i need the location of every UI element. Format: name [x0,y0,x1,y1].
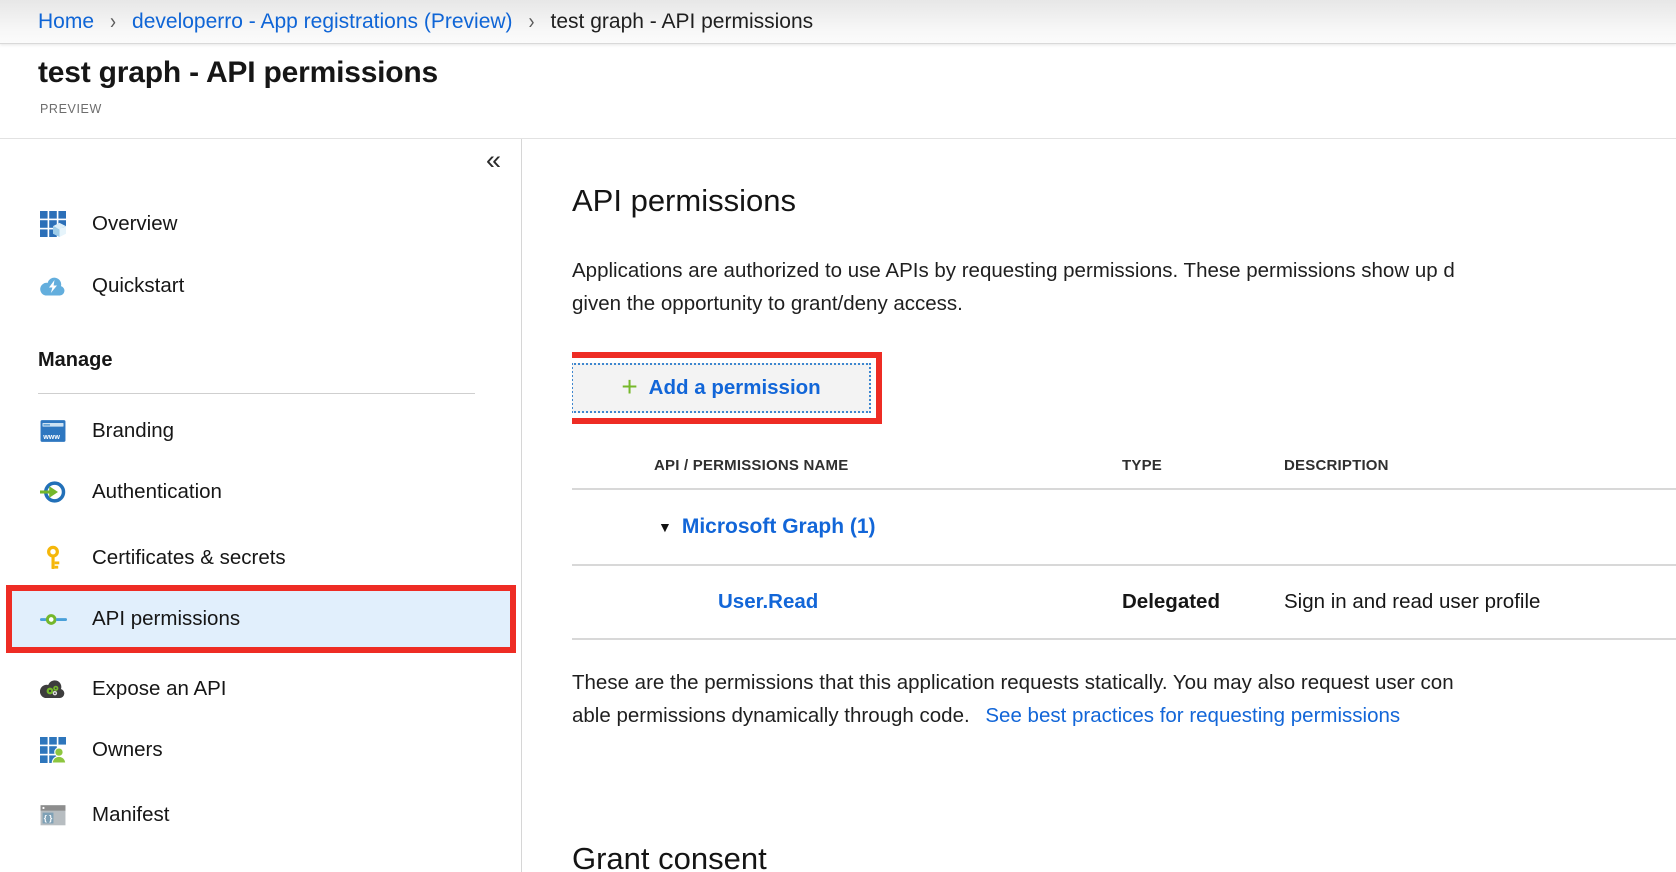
sidebar-item-authentication[interactable]: Authentication [0,461,521,523]
sidebar: « Overview Quickstart Manage www Brandin… [0,139,522,872]
sidebar-collapse-button[interactable]: « [486,147,501,174]
branding-window-icon: www [40,418,66,444]
key-icon [40,545,66,571]
sidebar-item-label: Manifest [92,803,170,826]
sidebar-item-label: Overview [92,212,178,235]
sidebar-item-label: Quickstart [92,274,185,297]
title-band: test graph - API permissions PREVIEW [0,44,1676,138]
collapse-caret-icon: ▼ [658,519,672,535]
static-permissions-note: These are the permissions that this appl… [572,666,1676,732]
sidebar-item-label: Authentication [92,480,222,503]
preview-badge: PREVIEW [40,102,102,116]
sidebar-item-label: Expose an API [92,677,227,700]
sidebar-item-quickstart[interactable]: Quickstart [0,255,521,317]
sidebar-item-label: API permissions [92,607,241,630]
sidebar-item-manifest[interactable]: { } Manifest [0,784,521,846]
breadcrumb-link-home[interactable]: Home [38,10,94,34]
sidebar-item-label: Owners [92,738,163,761]
best-practices-link[interactable]: See best practices for requesting permis… [985,704,1400,727]
table-row: ▼ Microsoft Graph (1) [572,490,1676,564]
manifest-code-icon: { } [40,802,66,828]
table-row: User.Read Delegated Sign in and read use… [572,566,1676,638]
sidebar-item-label: Certificates & secrets [92,546,286,569]
description-line-2: given the opportunity to grant/deny acce… [572,292,963,315]
table-header-row: API / PERMISSIONS NAME TYPE DESCRIPTION [572,442,1676,488]
plus-icon: + [621,370,638,402]
api-permissions-description: Applications are authorized to use APIs … [572,254,1676,320]
breadcrumb-separator: › [110,8,117,34]
note-line-2: able permissions dynamically through cod… [572,699,1676,732]
group-name-label: Microsoft Graph (1) [681,515,876,538]
breadcrumb-link-app-registrations[interactable]: developerro - App registrations (Preview… [132,10,513,34]
grant-consent-heading: Grant consent [572,841,767,872]
svg-text:{ }: { } [44,814,53,823]
api-permissions-connector-icon [40,606,67,632]
permission-description-cell: Sign in and read user profile [1284,590,1541,613]
svg-text:www: www [42,433,60,441]
breadcrumb-current-page: test graph - API permissions [550,9,814,33]
sidebar-item-expose-an-api[interactable]: Expose an API [0,658,521,720]
permissions-table: API / PERMISSIONS NAME TYPE DESCRIPTION … [572,442,1676,640]
authentication-signin-icon [40,479,66,505]
column-header-description: DESCRIPTION [1284,456,1389,474]
description-line-1: Applications are authorized to use APIs … [572,259,1455,282]
sidebar-item-label: Branding [92,419,175,442]
note-line-1: These are the permissions that this appl… [572,671,1454,694]
expose-api-cloud-gears-icon [40,676,66,702]
add-permission-label: Add a permission [648,376,821,399]
main-content: API permissions Applications are authori… [572,139,1676,872]
red-annotation-box: + Add a permission [572,352,882,424]
sidebar-item-branding[interactable]: www Branding [0,400,521,462]
sidebar-item-api-permissions-selected[interactable]: API permissions [6,585,516,653]
api-permissions-heading: API permissions [572,183,796,218]
column-header-api-permissions-name: API / PERMISSIONS NAME [654,456,849,474]
microsoft-graph-group-link[interactable]: ▼ Microsoft Graph (1) [572,515,1122,539]
sidebar-section-divider [38,393,475,394]
page-title: test graph - API permissions [38,56,439,89]
sidebar-section-manage: Manage [38,349,113,371]
sidebar-item-overview[interactable]: Overview [0,193,521,255]
table-divider [572,638,1676,640]
owners-grid-person-icon [40,737,66,763]
note-line-2-text: able permissions dynamically through cod… [572,704,976,727]
breadcrumb: Home › developerro - App registrations (… [0,0,1676,44]
permission-type-cell: Delegated [1122,590,1220,613]
quickstart-cloud-icon [40,273,66,299]
sidebar-item-owners[interactable]: Owners [0,719,521,781]
breadcrumb-separator: › [528,8,535,34]
permission-user-read-link[interactable]: User.Read [718,590,818,613]
add-permission-button[interactable]: + Add a permission [572,363,871,413]
sidebar-item-certificates-secrets[interactable]: Certificates & secrets [0,527,521,589]
column-header-type: TYPE [1122,456,1162,474]
overview-grid-icon [40,211,66,237]
